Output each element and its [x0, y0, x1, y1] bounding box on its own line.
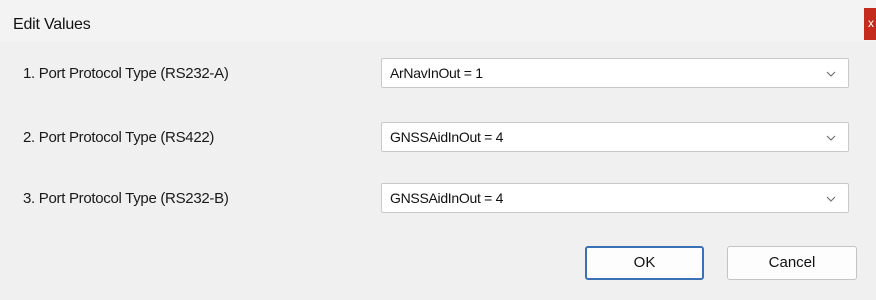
chevron-down-icon — [826, 71, 836, 77]
close-icon: x — [868, 16, 874, 30]
edit-values-dialog: Edit Values x 1. Port Protocol Type (RS2… — [0, 0, 876, 300]
ok-button[interactable]: OK — [585, 246, 704, 280]
row-1-selected-value: ArNavInOut = 1 — [390, 65, 483, 81]
row-2-protocol-dropdown[interactable]: GNSSAidInOut = 4 — [381, 122, 849, 152]
row-1-protocol-dropdown[interactable]: ArNavInOut = 1 — [381, 58, 849, 88]
close-button[interactable]: x — [864, 8, 876, 40]
chevron-down-icon — [826, 196, 836, 202]
row-3-protocol-dropdown[interactable]: GNSSAidInOut = 4 — [381, 183, 849, 213]
row-3-label: 3. Port Protocol Type (RS232-B) — [23, 190, 229, 207]
dialog-title: Edit Values — [13, 16, 91, 33]
cancel-button[interactable]: Cancel — [727, 246, 857, 280]
row-3-selected-value: GNSSAidInOut = 4 — [390, 190, 504, 206]
chevron-down-icon — [826, 135, 836, 141]
row-1-label: 1. Port Protocol Type (RS232-A) — [23, 65, 229, 82]
row-2-selected-value: GNSSAidInOut = 4 — [390, 129, 504, 145]
row-2-label: 2. Port Protocol Type (RS422) — [23, 129, 215, 146]
title-bar: Edit Values x — [0, 0, 876, 42]
